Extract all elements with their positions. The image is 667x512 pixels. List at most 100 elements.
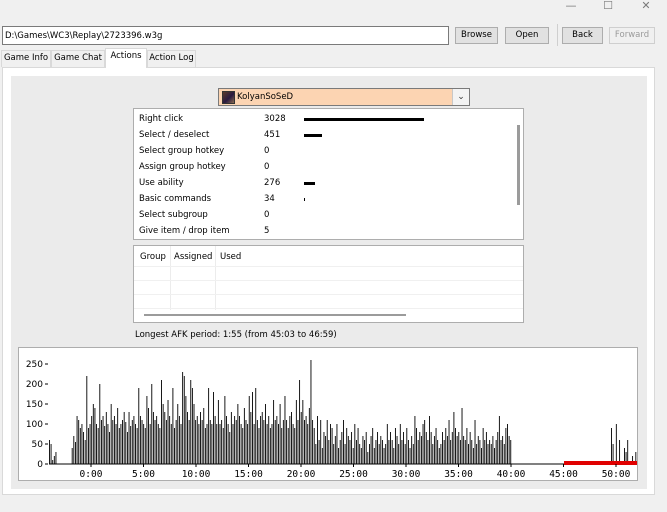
chart-bar — [102, 416, 104, 464]
x-tick-label: 45:00 — [549, 469, 578, 480]
chart-bar — [464, 440, 466, 464]
chart-bar — [208, 388, 210, 464]
action-label: Select / deselect — [139, 130, 210, 140]
chart-bar — [256, 420, 258, 464]
action-row-basic-commands: Basic commands 34 — [134, 191, 504, 207]
chart-bar — [136, 428, 138, 464]
close-icon[interactable]: ✕ — [628, 0, 664, 14]
chart-bar — [263, 420, 265, 464]
chart-bar — [196, 416, 198, 464]
chart-bar — [381, 440, 383, 464]
chart-bar — [183, 376, 185, 464]
minimize-icon[interactable]: — — [553, 0, 589, 14]
chevron-down-icon[interactable]: ⌄ — [452, 89, 469, 105]
chart-bar — [461, 408, 463, 464]
x-tick-label: 10:00 — [182, 469, 211, 480]
chart-bar — [84, 440, 86, 464]
chart-bar — [144, 428, 146, 464]
chart-bar — [284, 396, 286, 464]
tab-actions[interactable]: Actions — [105, 48, 147, 68]
chart-bar — [390, 432, 391, 464]
x-tick-label: 0:00 — [80, 469, 103, 480]
chart-bar — [453, 412, 455, 464]
chart-bar — [355, 440, 357, 464]
replay-path-input[interactable]: D:\Games\WC3\Replay\2723396.w3g — [2, 26, 449, 45]
tab-game-chat[interactable]: Game Chat — [51, 50, 105, 67]
chart-bar — [368, 444, 370, 464]
player-select[interactable]: KolyanSoSeD ⌄ — [218, 88, 470, 106]
chart-bar — [320, 420, 322, 464]
groups-table[interactable]: Group Assigned Used — [133, 245, 524, 323]
actions-list[interactable]: Right click 3028 Select / deselect 451 S… — [133, 108, 524, 240]
chart-bar — [204, 428, 206, 464]
chart-bar — [471, 440, 473, 464]
chart-bar — [498, 416, 500, 464]
vertical-scrollbar[interactable] — [517, 125, 520, 205]
chart-bar — [300, 412, 302, 464]
chart-bar — [351, 432, 353, 464]
chart-bar — [87, 428, 89, 464]
chart-bar — [159, 428, 161, 464]
chart-bar — [180, 424, 182, 464]
action-row-give-item: Give item / drop item 5 — [134, 223, 504, 239]
action-label: Right click — [139, 114, 184, 124]
chart-bar — [304, 420, 305, 464]
chart-bar — [468, 444, 469, 464]
chart-bar — [185, 396, 187, 464]
browse-button[interactable]: Browse — [455, 27, 498, 44]
maximize-icon[interactable]: ☐ — [590, 0, 626, 14]
chart-bar — [73, 436, 75, 464]
column-header-used[interactable]: Used — [220, 251, 241, 263]
chart-bar — [375, 440, 377, 464]
chart-bar — [146, 396, 148, 464]
chart-bar — [502, 436, 504, 464]
chart-bar — [497, 432, 499, 464]
y-tick-label: 150 — [26, 400, 43, 410]
chart-bar — [104, 426, 106, 464]
chart-bar — [190, 380, 192, 464]
action-count: 451 — [264, 130, 281, 140]
action-row-select-subgroup: Select subgroup 0 — [134, 207, 504, 223]
tab-action-log[interactable]: Action Log — [147, 50, 196, 67]
tab-game-info[interactable]: Game Info — [1, 50, 51, 67]
chart-bar — [50, 444, 52, 464]
chart-bar — [364, 440, 366, 464]
chart-bar — [619, 440, 621, 464]
chart-bar — [346, 428, 348, 464]
chart-bar — [360, 448, 362, 464]
chart-bar — [86, 376, 88, 464]
chart-bar — [274, 420, 276, 464]
chart-bar — [295, 400, 297, 464]
chart-bar — [308, 408, 310, 464]
chart-bar — [429, 416, 430, 464]
back-button[interactable]: Back — [562, 27, 603, 44]
chart-bar — [243, 408, 245, 464]
x-tick-label: 35:00 — [444, 469, 473, 480]
y-tick-label: 100 — [26, 420, 43, 430]
chart-bar — [492, 436, 494, 464]
forward-button[interactable]: Forward — [609, 27, 655, 44]
chart-bar — [347, 436, 349, 464]
column-header-group[interactable]: Group — [140, 251, 166, 263]
chart-bar — [143, 424, 145, 464]
column-header-assigned[interactable]: Assigned — [174, 251, 212, 263]
chart-bar — [365, 432, 367, 464]
chart-bar — [404, 444, 406, 464]
chart-bar — [357, 428, 359, 464]
column-divider — [215, 246, 216, 310]
chart-bar — [154, 420, 156, 464]
chart-bar — [135, 424, 136, 464]
action-row-assign-group-hotkey: Assign group hotkey 0 — [134, 159, 504, 175]
chart-bar — [412, 444, 414, 464]
chart-bar — [611, 428, 612, 464]
chart-bar — [178, 416, 180, 464]
action-label: Use ability — [139, 178, 184, 188]
chart-bar — [198, 424, 200, 464]
column-divider — [170, 246, 171, 310]
chart-bar — [271, 424, 273, 464]
open-button[interactable]: Open — [505, 27, 549, 44]
chart-bar — [505, 428, 507, 464]
chart-bar — [258, 428, 260, 464]
chart-bar — [420, 436, 422, 464]
horizontal-scrollbar[interactable] — [144, 314, 406, 316]
